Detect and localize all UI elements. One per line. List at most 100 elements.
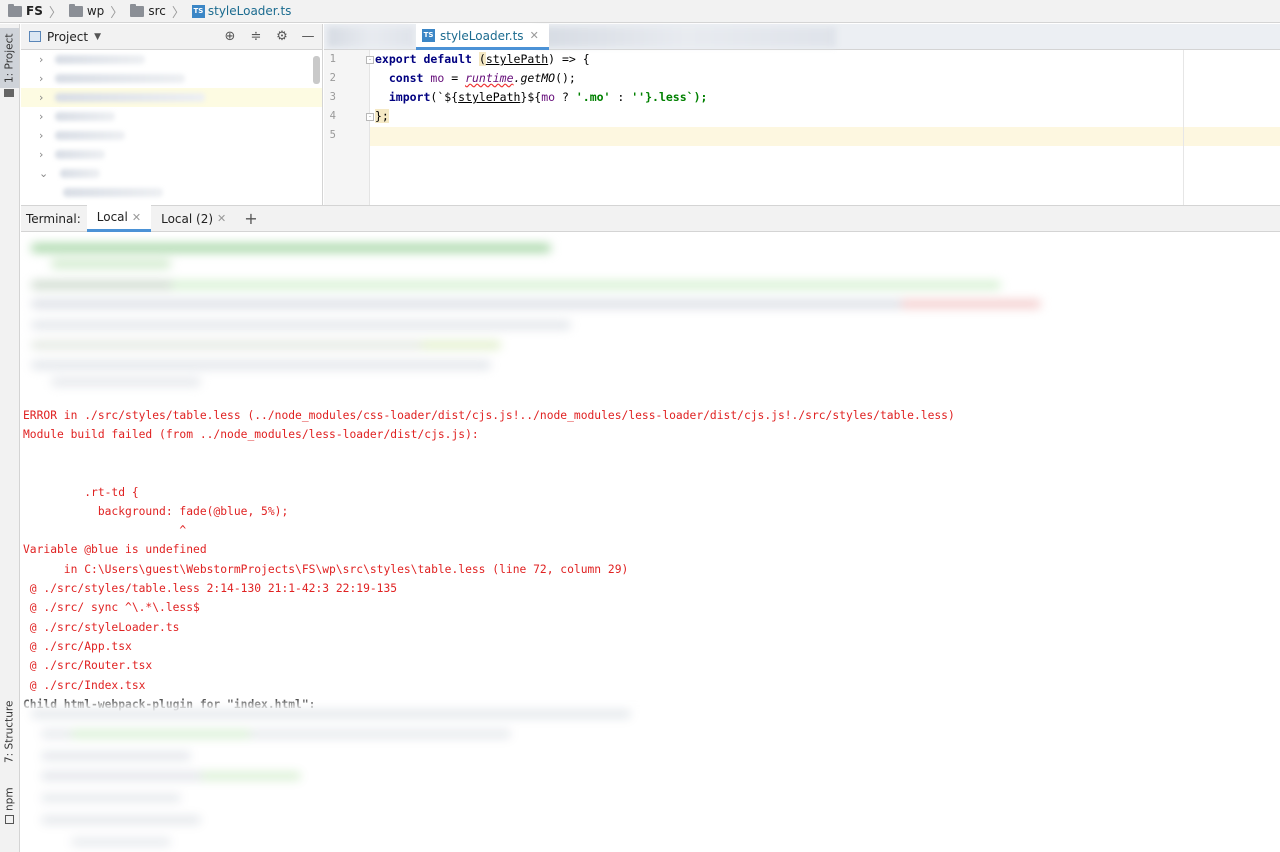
terminal-output[interactable]: ERROR in ./src/styles/table.less (../nod… <box>21 232 1280 852</box>
npm-icon <box>5 814 14 824</box>
variable: mo <box>541 90 556 104</box>
tree-item[interactable]: › <box>21 107 322 126</box>
project-panel-header: Project ▼ ⊕ ≑ ⚙ — <box>21 24 322 50</box>
error-line: @ ./src/App.tsx <box>23 640 132 653</box>
chevron-right-icon: › <box>39 148 44 161</box>
tree-item[interactable]: › <box>21 126 322 145</box>
blurred-label <box>60 169 101 178</box>
project-folder-icon <box>0 88 19 98</box>
tool-tab-label: 7: Structure <box>3 700 16 764</box>
tree-item[interactable] <box>21 183 322 202</box>
fold-marker-icon[interactable]: - <box>366 113 374 121</box>
gear-icon[interactable]: ⚙ <box>274 28 290 44</box>
chevron-down-icon: ⌄ <box>39 167 49 180</box>
new-terminal-button[interactable]: + <box>236 209 265 228</box>
tool-tab-project[interactable]: 1: Project <box>0 28 19 88</box>
navigation-bar: FS 〉 wp 〉 src 〉 TS styleLoader.ts <box>0 0 1280 23</box>
tool-tab-npm[interactable]: npm <box>0 782 19 832</box>
error-line: @ ./src/Index.tsx <box>23 679 146 692</box>
keyword: const <box>388 71 424 85</box>
terminal-panel: Terminal: Local ✕ Local (2) ✕ + ERROR in… <box>21 205 1280 852</box>
breadcrumb-label: styleLoader.ts <box>207 4 292 18</box>
parameter: stylePath <box>485 52 549 66</box>
error-line: in C:\Users\guest\WebstormProjects\FS\wp… <box>23 563 629 576</box>
chevron-right-icon: › <box>39 53 44 66</box>
chevron-right-icon: 〉 <box>48 5 62 21</box>
string-literal: '' <box>631 90 646 104</box>
project-view-selector[interactable]: Project <box>47 30 88 44</box>
breadcrumb-wp[interactable]: wp <box>68 3 105 18</box>
close-icon[interactable]: ✕ <box>217 212 226 225</box>
folder-icon <box>8 3 22 17</box>
breadcrumb-src[interactable]: src <box>130 3 166 18</box>
chevron-right-icon: › <box>39 91 44 104</box>
locate-file-icon[interactable]: ⊕ <box>222 28 238 44</box>
caret-row-highlight <box>370 127 1280 146</box>
blurred-label <box>55 74 186 83</box>
fold-marker-icon[interactable]: - <box>366 56 374 64</box>
blurred-tab[interactable] <box>328 27 414 47</box>
tree-item[interactable]: › <box>21 145 322 164</box>
error-line: Variable @blue is undefined <box>23 543 207 556</box>
breadcrumb-file[interactable]: TS styleLoader.ts <box>191 4 292 18</box>
breadcrumb-label: wp <box>86 4 105 18</box>
editor-tab-bar: TS styleLoader.ts ✕ <box>324 24 1280 50</box>
terminal-tab-local[interactable]: Local ✕ <box>86 205 152 232</box>
line-number: 5 <box>329 129 336 141</box>
error-line: Module build failed (from ../node_module… <box>23 428 479 441</box>
error-line: @ ./src/styles/table.less 2:14-130 21:1-… <box>23 582 398 595</box>
code-punct: ? <box>555 90 576 104</box>
variable: mo <box>430 71 445 85</box>
terminal-tab-local-2[interactable]: Local (2) ✕ <box>151 206 236 232</box>
close-icon[interactable]: ✕ <box>530 29 539 42</box>
tree-item[interactable]: › <box>21 69 322 88</box>
keyword: default <box>423 52 472 66</box>
paren: ( <box>478 52 486 66</box>
line-number: 2 <box>329 72 336 84</box>
breadcrumb-label: src <box>148 4 166 18</box>
blurred-output-bottom <box>21 702 661 852</box>
code-punct: (); <box>555 71 576 85</box>
tree-item[interactable]: ⌄ <box>21 164 322 183</box>
breadcrumb-label: FS <box>26 4 43 18</box>
code-line-1: export default (stylePath) => { <box>375 50 590 69</box>
chevron-right-icon: › <box>39 110 44 123</box>
tree-item[interactable]: › <box>21 88 322 107</box>
error-line: background: fade(@blue, 5%); <box>23 505 289 518</box>
collapse-all-icon[interactable]: ≑ <box>248 28 264 44</box>
blurred-label <box>55 55 146 64</box>
line-number: 3 <box>329 91 336 103</box>
editor-tab-active[interactable]: TS styleLoader.ts ✕ <box>416 24 549 50</box>
tool-tab-label: npm <box>3 787 16 811</box>
terminal-tab-label: Local (2) <box>161 211 214 226</box>
parameter: stylePath <box>458 90 521 104</box>
terminal-tab-bar: Terminal: Local ✕ Local (2) ✕ + <box>21 205 1280 232</box>
keyword: import <box>388 90 431 104</box>
chevron-right-icon: 〉 <box>171 5 185 21</box>
code-editor: TS styleLoader.ts ✕ 1 2 3 4 5 - - export… <box>324 24 1280 207</box>
tool-tab-structure[interactable]: 7: Structure <box>0 692 19 772</box>
caret-down-icon[interactable]: ▼ <box>94 32 101 42</box>
hide-panel-icon[interactable]: — <box>300 28 316 44</box>
code-area[interactable]: 1 2 3 4 5 - - export default (stylePath)… <box>324 50 1280 207</box>
chevron-right-icon: 〉 <box>110 5 124 21</box>
terminal-tab-label: Local <box>96 210 128 224</box>
string-literal: '.mo' <box>575 90 611 104</box>
chevron-right-icon: › <box>39 72 44 85</box>
scrollbar-thumb[interactable] <box>313 56 320 84</box>
blurred-label <box>55 131 126 140</box>
left-tool-stripe: 1: Project 7: Structure npm <box>0 24 20 852</box>
code-line-3: import(`${stylePath}${mo ? '.mo' : ''}.l… <box>375 88 708 107</box>
error-line: @ ./src/styleLoader.ts <box>23 621 180 634</box>
breadcrumb-fs[interactable]: FS <box>8 3 43 18</box>
project-view-icon <box>29 31 41 42</box>
tree-item[interactable]: › <box>21 50 322 69</box>
code-punct: ) => { <box>548 52 590 66</box>
close-icon[interactable]: ✕ <box>132 211 141 224</box>
blurred-tab[interactable] <box>536 27 836 47</box>
project-panel: Project ▼ ⊕ ≑ ⚙ — › › › › › › ⌄ <box>21 24 323 205</box>
typescript-file-icon: TS <box>191 4 205 18</box>
line-number: 4 <box>329 110 336 122</box>
folder-icon <box>130 3 145 17</box>
code-line-4: }; <box>375 107 389 126</box>
